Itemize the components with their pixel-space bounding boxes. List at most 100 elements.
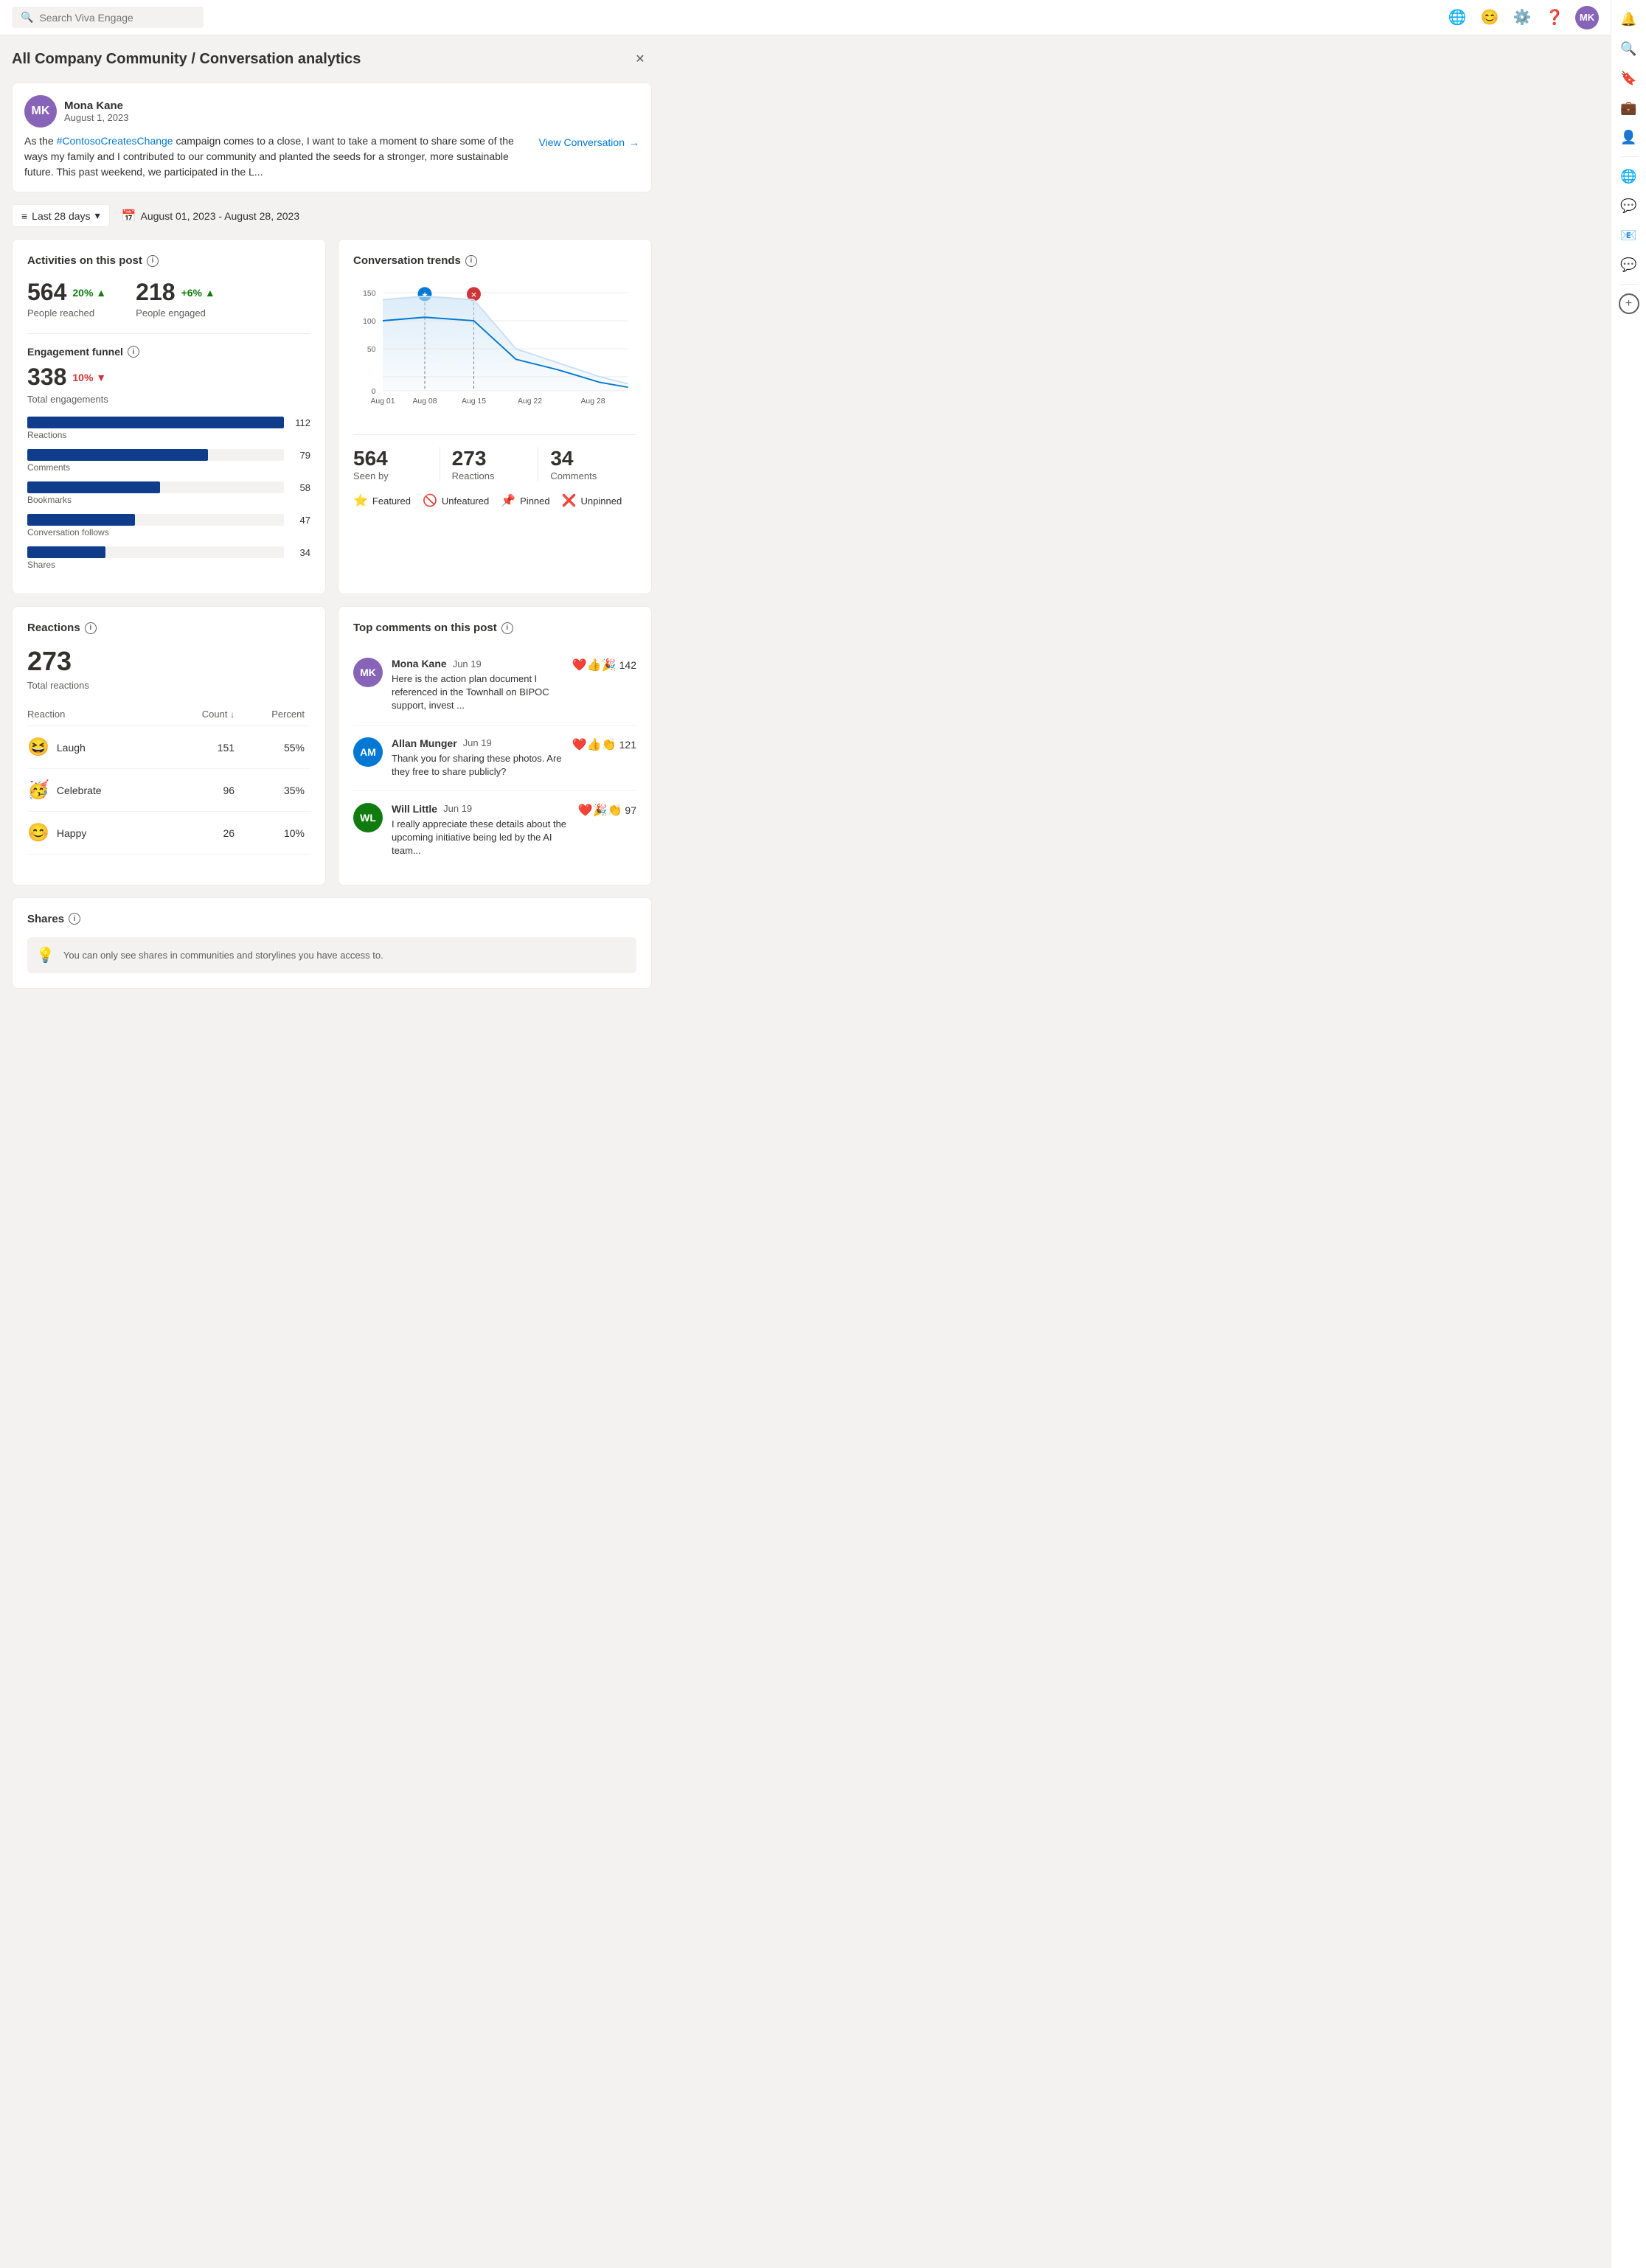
percent-col-header: Percent xyxy=(240,703,310,726)
post-text-prefix: As the xyxy=(24,135,57,147)
people-sidebar-icon[interactable]: 👤 xyxy=(1616,124,1642,150)
laugh-count: 151 xyxy=(171,726,240,769)
reaction-row-celebrate: 🥳 Celebrate 96 35% xyxy=(27,769,310,812)
bar-value-follows: 47 xyxy=(290,515,310,526)
svg-text:Aug 22: Aug 22 xyxy=(518,397,542,406)
seen-by-value: 564 xyxy=(353,447,428,470)
date-range: 📅 August 01, 2023 - August 28, 2023 xyxy=(122,209,300,223)
comment-item-mona: MK Mona Kane Jun 19 Here is the action p… xyxy=(353,646,636,726)
trends-comments-label: Comments xyxy=(550,470,625,481)
hashtag-link[interactable]: #ContosoCreatesChange xyxy=(57,135,173,147)
post-body: As the #ContosoCreatesChange campaign co… xyxy=(24,133,639,180)
legend-featured: ⭐ Featured xyxy=(353,493,411,508)
trends-card: Conversation trends i 0 50 xyxy=(338,239,652,594)
globe-nav-icon[interactable]: 🌐 xyxy=(1445,6,1469,29)
reaction-name-happy: 😊 Happy xyxy=(27,812,171,855)
arrow-right-icon: → xyxy=(629,136,639,148)
reaction-row-happy: 😊 Happy 26 10% xyxy=(27,812,310,855)
chat-sidebar-icon[interactable]: 💬 xyxy=(1616,192,1642,219)
pinned-label: Pinned xyxy=(520,495,549,507)
globe-sidebar-icon[interactable]: 🌐 xyxy=(1616,163,1642,189)
celebrate-emoji: 🥳 xyxy=(27,779,49,801)
search-box[interactable]: 🔍 xyxy=(12,7,204,28)
reaction-name-celebrate: 🥳 Celebrate xyxy=(27,769,171,812)
people-reached-label: People reached xyxy=(27,307,106,319)
bar-fill-follows xyxy=(27,514,135,526)
comment-author-will: Will Little xyxy=(392,803,437,815)
top-comments-card: Top comments on this post i MK Mona Kane… xyxy=(338,606,652,886)
notifications-icon[interactable]: 🔔 xyxy=(1616,6,1642,32)
people-engaged-stat: 218 +6% ▲ People engaged xyxy=(136,279,215,319)
comment-body-allan: Allan Munger Jun 19 Thank you for sharin… xyxy=(392,737,563,779)
reactions-title: Reactions i xyxy=(27,622,310,634)
user-avatar[interactable]: MK xyxy=(1575,6,1599,29)
unfeatured-label: Unfeatured xyxy=(442,495,489,507)
bar-track-comments xyxy=(27,449,284,461)
comment-reactions-allan: ❤️👍👏 121 xyxy=(572,737,636,752)
bookmark-sidebar-icon[interactable]: 🔖 xyxy=(1616,65,1642,91)
legend-pinned: 📌 Pinned xyxy=(501,493,549,508)
reaction-row-laugh: 😆 Laugh 151 55% xyxy=(27,726,310,769)
sort-icon[interactable]: ↓ xyxy=(230,709,235,720)
period-label: Last 28 days xyxy=(32,210,90,222)
post-text: As the #ContosoCreatesChange campaign co… xyxy=(24,133,527,180)
trends-info-icon[interactable]: i xyxy=(465,255,477,267)
add-apps-button[interactable]: + xyxy=(1619,293,1639,314)
page-header: All Company Community / Conversation ana… xyxy=(12,47,652,71)
comment-body-will: Will Little Jun 19 I really appreciate t… xyxy=(392,803,569,858)
unfeatured-icon: 🚫 xyxy=(423,493,437,508)
svg-text:Aug 08: Aug 08 xyxy=(412,397,437,406)
activities-info-icon[interactable]: i xyxy=(147,255,159,267)
messenger-sidebar-icon[interactable]: 💬 xyxy=(1616,251,1642,278)
period-filter-button[interactable]: ≡ Last 28 days ▾ xyxy=(12,204,110,227)
bar-shares: 34 Shares xyxy=(27,546,310,570)
comment-reactions-will: ❤️🎉👏 97 xyxy=(578,803,636,818)
reaction-emojis-mona: ❤️👍🎉 xyxy=(572,658,617,672)
pinned-icon: 📌 xyxy=(501,493,515,508)
people-engaged-label: People engaged xyxy=(136,307,215,319)
view-conversation-button[interactable]: View Conversation → xyxy=(539,133,639,151)
emoji-nav-icon[interactable]: 😊 xyxy=(1478,6,1501,29)
author-avatar: MK xyxy=(24,95,57,128)
reactions-info-icon[interactable]: i xyxy=(85,622,97,634)
bar-value-bookmarks: 58 xyxy=(290,482,310,493)
bar-track-reactions xyxy=(27,417,284,428)
shares-card: Shares i 💡 You can only see shares in co… xyxy=(12,897,652,989)
outlook-sidebar-icon[interactable]: 📧 xyxy=(1616,222,1642,248)
legend-unfeatured: 🚫 Unfeatured xyxy=(423,493,489,508)
comment-date-will: Jun 19 xyxy=(443,803,472,814)
bar-bookmarks: 58 Bookmarks xyxy=(27,481,310,505)
people-reached-stat: 564 20% ▲ People reached xyxy=(27,279,106,319)
legend-unpinned: ❌ Unpinned xyxy=(562,493,622,508)
people-reached-change: 20% ▲ xyxy=(72,287,106,299)
top-comments-info-icon[interactable]: i xyxy=(501,622,513,634)
filter-bar: ≡ Last 28 days ▾ 📅 August 01, 2023 - Aug… xyxy=(12,204,652,227)
count-col-header[interactable]: Count ↓ xyxy=(171,703,240,726)
svg-text:150: 150 xyxy=(363,290,376,298)
sidebar-divider xyxy=(1620,156,1638,157)
chart-legend: ⭐ Featured 🚫 Unfeatured 📌 Pinned ❌ Unpin… xyxy=(353,493,636,508)
bar-name-comments: Comments xyxy=(27,462,310,473)
comment-author-allan: Allan Munger xyxy=(392,737,457,749)
total-reactions-value: 273 xyxy=(27,646,310,677)
date-range-text: August 01, 2023 - August 28, 2023 xyxy=(141,210,300,222)
help-nav-icon[interactable]: ❓ xyxy=(1543,6,1566,29)
svg-text:✕: ✕ xyxy=(470,292,477,300)
shares-info-icon[interactable]: i xyxy=(69,913,80,925)
close-button[interactable]: ✕ xyxy=(628,47,652,71)
happy-emoji: 😊 xyxy=(27,822,49,843)
search-sidebar-icon[interactable]: 🔍 xyxy=(1616,35,1642,62)
sidebar-divider-2 xyxy=(1620,284,1638,285)
comment-text-allan: Thank you for sharing these photos. Are … xyxy=(392,752,563,779)
unpinned-label: Unpinned xyxy=(581,495,622,507)
trends-title: Conversation trends i xyxy=(353,254,636,267)
author-name: Mona Kane xyxy=(64,100,128,112)
settings-nav-icon[interactable]: ⚙️ xyxy=(1510,6,1534,29)
seen-by-stat: 564 Seen by xyxy=(353,447,440,481)
bar-comments: 79 Comments xyxy=(27,449,310,473)
bar-follows: 47 Conversation follows xyxy=(27,514,310,538)
briefcase-sidebar-icon[interactable]: 💼 xyxy=(1616,94,1642,121)
funnel-info-icon[interactable]: i xyxy=(128,346,139,358)
search-input[interactable] xyxy=(39,12,195,24)
bar-track-shares xyxy=(27,546,284,558)
